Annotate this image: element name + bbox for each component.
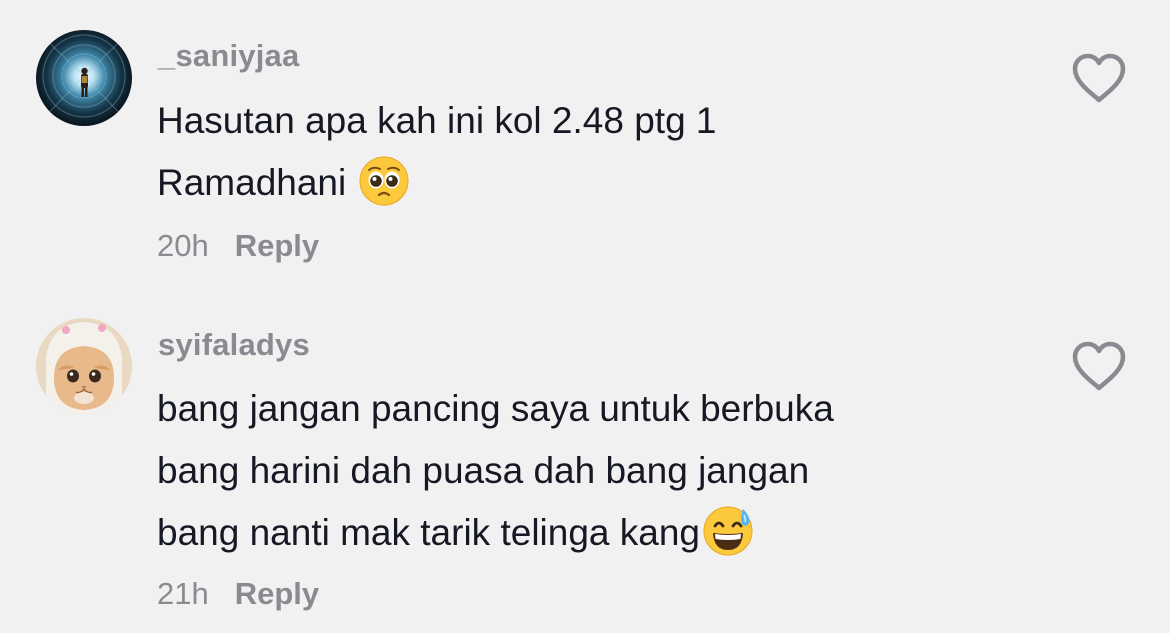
comment-text: bang jangan pancing saya untuk berbuka b… xyxy=(157,378,1037,564)
comment-timestamp: 20h xyxy=(157,228,209,263)
comment-username[interactable]: syifaladys xyxy=(158,327,310,363)
comment-text-line-last: bang nanti mak tarik telinga kang xyxy=(157,502,1037,564)
comment-text-line: Hasutan apa kah ini kol 2.48 ptg 1 xyxy=(157,100,717,141)
comment-username[interactable]: _saniyjaa xyxy=(158,38,299,74)
avatar[interactable] xyxy=(36,30,132,126)
pleading-face-emoji-icon xyxy=(358,155,410,207)
comment-text: Hasutan apa kah ini kol 2.48 ptg 1 Ramad… xyxy=(157,90,1037,214)
reply-button[interactable]: Reply xyxy=(235,228,319,263)
tunnel-avatar-image xyxy=(36,30,132,126)
comment-text-line-last: Ramadhani xyxy=(157,152,1037,214)
like-button[interactable] xyxy=(1070,340,1128,394)
heart-outline-icon xyxy=(1072,341,1126,391)
cat-avatar-image xyxy=(36,318,132,414)
like-button[interactable] xyxy=(1070,52,1128,106)
comment-text-line: bang nanti mak tarik telinga kang xyxy=(157,512,701,553)
reply-button[interactable]: Reply xyxy=(235,576,319,611)
comment-text-line: bang harini dah puasa dah bang jangan xyxy=(157,450,810,491)
comment-timestamp: 21h xyxy=(157,576,209,611)
comment-meta: 20h Reply xyxy=(157,228,319,264)
heart-outline-icon xyxy=(1072,53,1126,103)
comment-text-line: Ramadhani xyxy=(157,162,347,203)
comment-text-line: bang jangan pancing saya untuk berbuka xyxy=(157,388,834,429)
grinning-sweat-emoji-icon xyxy=(702,505,754,557)
avatar[interactable] xyxy=(36,318,132,414)
comment-meta: 21h Reply xyxy=(157,576,319,612)
